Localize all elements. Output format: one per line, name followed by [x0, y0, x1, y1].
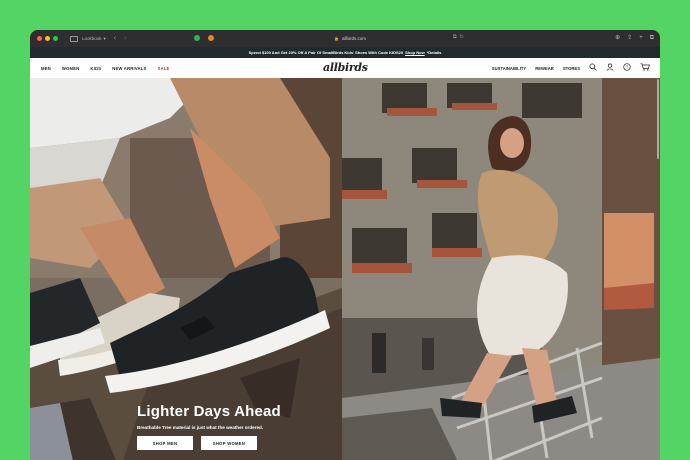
- zoom-window-button[interactable]: [53, 36, 58, 41]
- allbirds-logo[interactable]: allbirds: [323, 61, 368, 74]
- address-text: allbirds.com: [341, 36, 366, 41]
- share-icon[interactable]: ⇪: [627, 34, 632, 42]
- nav-stores[interactable]: STORES: [563, 66, 580, 71]
- reload-icon[interactable]: ↻: [460, 34, 464, 40]
- promo-banner: Spend $100 And Get 20% Off A Pair Of Sma…: [30, 47, 660, 58]
- translate-icon[interactable]: ⧉: [453, 34, 457, 40]
- browser-toolbar: Lookbook ▾ ‹ › 🔒 allbirds.com ⧉ ↻ ⊕ ⇪ + …: [30, 30, 660, 47]
- sidebar-icon[interactable]: [70, 35, 78, 42]
- nav-new-arrivals[interactable]: NEW ARRIVALS: [112, 66, 146, 71]
- new-tab-icon[interactable]: +: [639, 34, 643, 42]
- account-icon[interactable]: [606, 63, 614, 73]
- nav-rewear[interactable]: REWEAR: [535, 66, 554, 71]
- page-scrollbar[interactable]: [657, 79, 659, 159]
- nav-sustainability[interactable]: SUSTAINABILITY: [492, 66, 526, 71]
- forward-icon[interactable]: ›: [124, 35, 126, 42]
- promo-shop-now-link[interactable]: Shop Now: [405, 50, 425, 55]
- cart-icon[interactable]: [640, 63, 650, 73]
- hero-copy: Lighter Days Ahead Breathable Tree mater…: [137, 403, 281, 450]
- tabs-icon[interactable]: ⧉: [650, 34, 654, 42]
- hero-subtitle: Breathable Tree material is just what th…: [137, 425, 264, 430]
- close-window-button[interactable]: [37, 36, 42, 41]
- hero-title: Lighter Days Ahead: [137, 403, 281, 420]
- shop-women-button[interactable]: SHOP WOMEN: [201, 436, 257, 450]
- site-header: MEN WOMEN KIDS NEW ARRIVALS SALE allbird…: [30, 58, 660, 78]
- svg-text:?: ?: [626, 65, 629, 70]
- lock-icon: 🔒: [334, 36, 339, 41]
- nav-sale[interactable]: SALE: [158, 66, 170, 71]
- address-bar[interactable]: 🔒 allbirds.com: [280, 34, 420, 43]
- nav-men[interactable]: MEN: [41, 66, 51, 71]
- profile-label: Lookbook: [82, 36, 102, 41]
- minimize-window-button[interactable]: [45, 36, 50, 41]
- extension-icon-orange[interactable]: [208, 35, 214, 41]
- secondary-nav: SUSTAINABILITY REWEAR STORES ?: [492, 58, 650, 78]
- nav-women[interactable]: WOMEN: [62, 66, 80, 71]
- hero-section: Lighter Days Ahead Breathable Tree mater…: [30, 78, 660, 460]
- primary-nav: MEN WOMEN KIDS NEW ARRIVALS SALE: [41, 66, 169, 71]
- shop-men-button[interactable]: SHOP MEN: [137, 436, 193, 450]
- nav-kids[interactable]: KIDS: [90, 66, 101, 71]
- window-controls: [37, 36, 58, 41]
- search-icon[interactable]: [589, 63, 597, 73]
- help-icon[interactable]: ?: [623, 63, 631, 73]
- promo-text: Spend $100 And Get 20% Off A Pair Of Sma…: [248, 50, 404, 55]
- download-icon[interactable]: ⊕: [615, 34, 620, 42]
- chevron-down-icon: ▾: [103, 35, 106, 41]
- profile-menu[interactable]: Lookbook ▾: [82, 36, 106, 42]
- promo-details-link[interactable]: *Details: [427, 50, 442, 55]
- browser-window: Lookbook ▾ ‹ › 🔒 allbirds.com ⧉ ↻ ⊕ ⇪ + …: [30, 30, 660, 460]
- extension-icon-green[interactable]: [194, 35, 200, 41]
- hero-image-woman: [342, 78, 660, 460]
- back-icon[interactable]: ‹: [114, 35, 116, 42]
